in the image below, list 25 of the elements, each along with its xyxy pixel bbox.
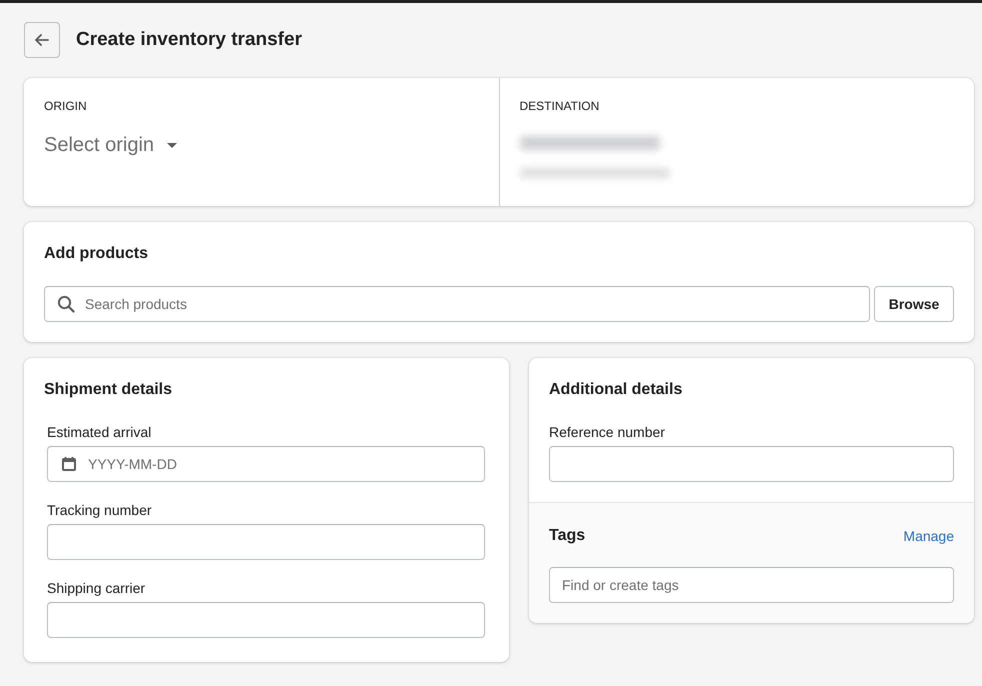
input-field[interactable] bbox=[47, 602, 485, 638]
field-label: Shipping carrier bbox=[47, 579, 146, 598]
caret-icon bbox=[167, 142, 178, 148]
card-title: Add products bbox=[44, 244, 149, 264]
manage-link[interactable]: Manage bbox=[903, 526, 954, 546]
origin-select[interactable]: Select origin bbox=[44, 131, 178, 159]
field-label: Reference number bbox=[549, 423, 666, 442]
card-title: Shipment details bbox=[44, 380, 174, 400]
browse-button[interactable]: Browse bbox=[874, 286, 954, 322]
field-label: Tracking number bbox=[47, 501, 153, 520]
search-icon bbox=[57, 295, 75, 313]
field-label: Estimated arrival bbox=[47, 423, 152, 442]
date-field[interactable]: YYYY-MM-DD bbox=[47, 446, 485, 482]
section-title: Tags bbox=[549, 526, 586, 546]
input-field[interactable] bbox=[47, 524, 485, 560]
input-field[interactable] bbox=[549, 446, 954, 482]
page-title: Create inventory transfer bbox=[76, 28, 302, 52]
search-field[interactable]: Search products bbox=[44, 286, 870, 322]
tags-field[interactable]: Find or create tags bbox=[549, 567, 954, 603]
arrow-left-icon bbox=[35, 34, 49, 46]
origin-label: ORIGIN bbox=[44, 98, 88, 114]
card-title: Additional details bbox=[549, 380, 684, 400]
calendar-icon bbox=[62, 457, 76, 471]
destination-label: DESTINATION bbox=[520, 98, 600, 114]
back-button[interactable] bbox=[24, 22, 60, 58]
